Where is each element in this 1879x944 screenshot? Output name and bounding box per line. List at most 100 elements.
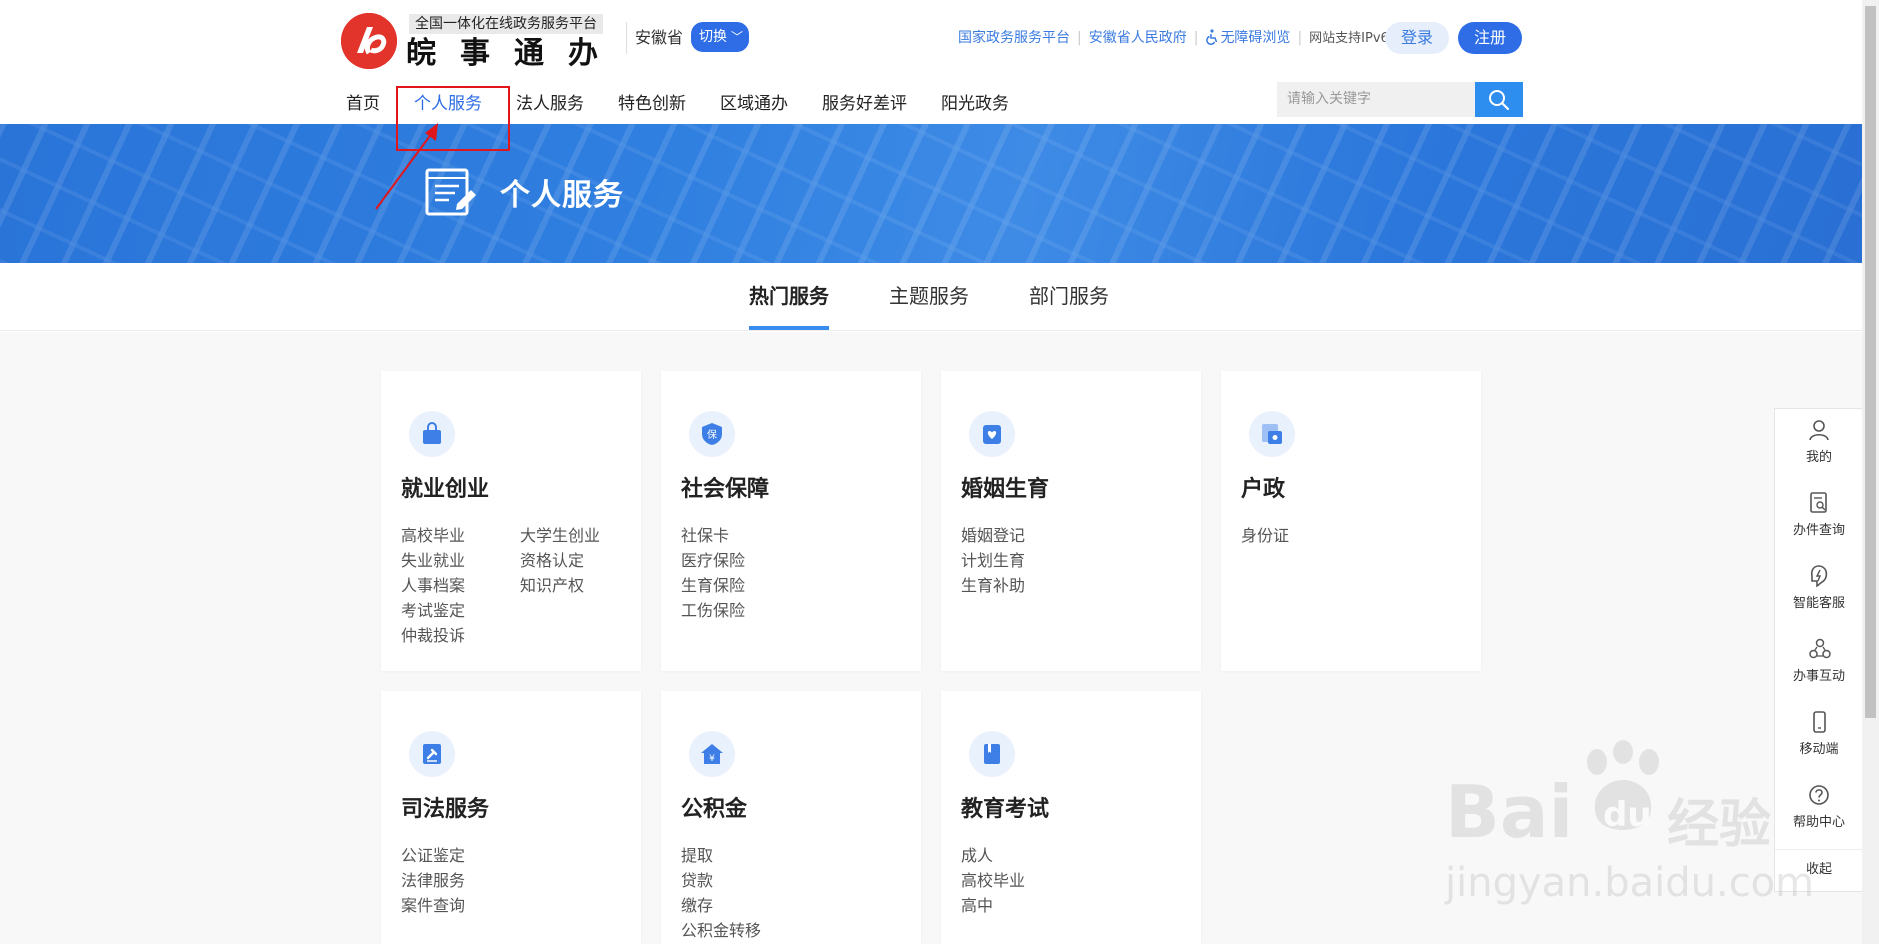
service-link[interactable]: 医疗保险 xyxy=(681,548,919,573)
service-link[interactable]: 成人 xyxy=(961,843,1199,868)
card-title: 社会保障 xyxy=(681,477,770,502)
service-link[interactable]: 生育保险 xyxy=(681,573,919,598)
page-title: 个人服务 xyxy=(500,178,624,213)
search-input[interactable]: 请输入关键字 xyxy=(1277,82,1475,117)
book-icon xyxy=(969,731,1015,777)
switch-region-button[interactable]: 切换 ﹀ xyxy=(691,22,749,52)
house-yen-icon: ¥ xyxy=(689,731,735,777)
user-icon xyxy=(1809,420,1829,441)
interaction-icon xyxy=(1809,638,1831,659)
logo-subtitle: 全国一体化在线政务服务平台 xyxy=(409,14,603,34)
logo-title[interactable]: 皖事通办 xyxy=(406,35,622,73)
document-search-icon xyxy=(1810,492,1827,513)
service-link[interactable]: 考试鉴定 xyxy=(401,598,520,623)
service-link[interactable]: 缴存 xyxy=(681,893,919,918)
help-icon xyxy=(1809,785,1829,805)
service-link[interactable]: 贷款 xyxy=(681,868,919,893)
search-button[interactable] xyxy=(1475,82,1523,117)
link-separator: | xyxy=(1193,30,1199,46)
search-icon xyxy=(1489,90,1510,111)
service-link[interactable]: 工伤保险 xyxy=(681,598,919,623)
tab-department-services[interactable]: 部门服务 xyxy=(1029,281,1109,311)
service-link[interactable]: 生育补助 xyxy=(961,573,1199,598)
service-link[interactable]: 公证鉴定 xyxy=(401,843,639,868)
service-card-employment[interactable]: 就业创业 高校毕业 大学生创业 失业就业 资格认定 人事档案 知识产权 考试鉴定… xyxy=(381,371,641,671)
service-card-education-exam[interactable]: 教育考试 成人 高校毕业 高中 xyxy=(941,691,1201,944)
wanshitong-logo-icon[interactable] xyxy=(341,13,397,69)
service-link[interactable]: 人事档案 xyxy=(401,573,520,598)
link-accessibility[interactable]: 无障碍浏览 xyxy=(1205,29,1290,46)
link-separator: | xyxy=(1077,30,1082,46)
card-links: 提取 贷款 缴存 公积金转移 xyxy=(681,843,919,943)
service-link[interactable]: 失业就业 xyxy=(401,548,520,573)
card-links: 身份证 xyxy=(1241,523,1479,548)
tab-hot-services[interactable]: 热门服务 xyxy=(749,281,829,330)
service-card-judicial[interactable]: 司法服务 公证鉴定 法律服务 案件查询 xyxy=(381,691,641,944)
register-button[interactable]: 注册 xyxy=(1458,22,1522,54)
bag-icon xyxy=(409,411,455,457)
service-card-household[interactable]: 户政 身份证 xyxy=(1221,371,1481,671)
id-card-icon xyxy=(1249,411,1295,457)
service-link[interactable]: 资格认定 xyxy=(520,548,639,573)
watermark-url: jingyan.baidu.com xyxy=(1445,860,1815,906)
link-national-platform[interactable]: 国家政务服务平台 xyxy=(958,30,1070,46)
side-item-case-query[interactable]: 办件查询 xyxy=(1775,482,1863,555)
service-link[interactable]: 大学生创业 xyxy=(520,523,639,548)
tab-theme-services[interactable]: 主题服务 xyxy=(889,281,969,311)
service-card-housing-fund[interactable]: ¥ 公积金 提取 贷款 缴存 公积金转移 xyxy=(661,691,921,944)
card-links: 社保卡 医疗保险 生育保险 工伤保险 xyxy=(681,523,919,623)
service-link[interactable]: 社保卡 xyxy=(681,523,919,548)
card-title: 司法服务 xyxy=(401,797,490,822)
link-anhui-government[interactable]: 安徽省人民政府 xyxy=(1089,30,1187,46)
service-link[interactable]: 婚姻登记 xyxy=(961,523,1199,548)
baidu-jingyan-watermark: Bai du 经验 jingyan.baidu.com xyxy=(1445,740,1814,910)
card-links: 婚姻登记 计划生育 生育补助 xyxy=(961,523,1199,598)
nav-item-legal-person-services[interactable]: 法人服务 xyxy=(516,92,584,120)
card-title: 公积金 xyxy=(681,797,748,822)
header-divider xyxy=(626,22,627,54)
side-item-interaction[interactable]: 办事互动 xyxy=(1775,628,1863,701)
nav-item-open-government[interactable]: 阳光政务 xyxy=(941,92,1009,120)
side-toolbar: 我的 办件查询 智能客服 办事互动 移动端 帮助中心 收起 xyxy=(1774,408,1864,892)
side-item-smart-service[interactable]: 智能客服 xyxy=(1775,555,1863,628)
chevron-down-icon: ﹀ xyxy=(730,30,743,44)
switch-region-label: 切换 xyxy=(699,29,727,45)
watermark-bai: Bai xyxy=(1445,770,1574,854)
side-item-my[interactable]: 我的 xyxy=(1775,409,1863,482)
service-link-empty xyxy=(520,598,639,623)
service-link[interactable]: 提取 xyxy=(681,843,919,868)
service-link[interactable]: 高校毕业 xyxy=(401,523,520,548)
service-link[interactable]: 公积金转移 xyxy=(681,918,919,943)
nav-item-regional-services[interactable]: 区域通办 xyxy=(720,92,788,120)
accessibility-icon xyxy=(1206,29,1218,45)
side-item-help-center[interactable]: 帮助中心 xyxy=(1775,774,1863,847)
side-item-label: 我的 xyxy=(1805,450,1832,465)
scrollbar-thumb[interactable] xyxy=(1865,6,1876,718)
service-tabs: 热门服务 主题服务 部门服务 xyxy=(0,263,1862,331)
service-link[interactable]: 仲裁投诉 xyxy=(401,623,520,648)
shield-icon: 保 xyxy=(689,411,735,457)
province-label: 安徽省 xyxy=(635,28,684,47)
login-button[interactable]: 登录 xyxy=(1385,22,1449,54)
service-link[interactable]: 高校毕业 xyxy=(961,868,1199,893)
banner-background-pattern xyxy=(0,124,1862,263)
card-title: 教育考试 xyxy=(961,797,1050,822)
service-link[interactable]: 身份证 xyxy=(1241,523,1479,548)
nav-item-special-innovation[interactable]: 特色创新 xyxy=(618,92,686,120)
side-item-label: 帮助中心 xyxy=(1792,815,1845,830)
service-link[interactable]: 案件查询 xyxy=(401,893,639,918)
page-scrollbar[interactable] xyxy=(1862,0,1879,944)
side-item-mobile[interactable]: 移动端 xyxy=(1775,701,1863,774)
service-card-social-security[interactable]: 保 社会保障 社保卡 医疗保险 生育保险 工伤保险 xyxy=(661,371,921,671)
service-link[interactable]: 法律服务 xyxy=(401,868,639,893)
service-link[interactable]: 知识产权 xyxy=(520,573,639,598)
service-link[interactable]: 高中 xyxy=(961,893,1199,918)
service-card-marriage-birth[interactable]: 婚姻生育 婚姻登记 计划生育 生育补助 xyxy=(941,371,1201,671)
card-title: 就业创业 xyxy=(401,477,490,502)
annotation-arrow-icon xyxy=(375,123,438,210)
service-link[interactable]: 计划生育 xyxy=(961,548,1199,573)
card-links: 高校毕业 大学生创业 失业就业 资格认定 人事档案 知识产权 考试鉴定 仲裁投诉 xyxy=(401,523,639,648)
nav-item-service-rating[interactable]: 服务好差评 xyxy=(822,92,907,120)
watermark-jingyan: 经验 xyxy=(1667,795,1772,855)
link-separator: | xyxy=(1297,30,1303,46)
